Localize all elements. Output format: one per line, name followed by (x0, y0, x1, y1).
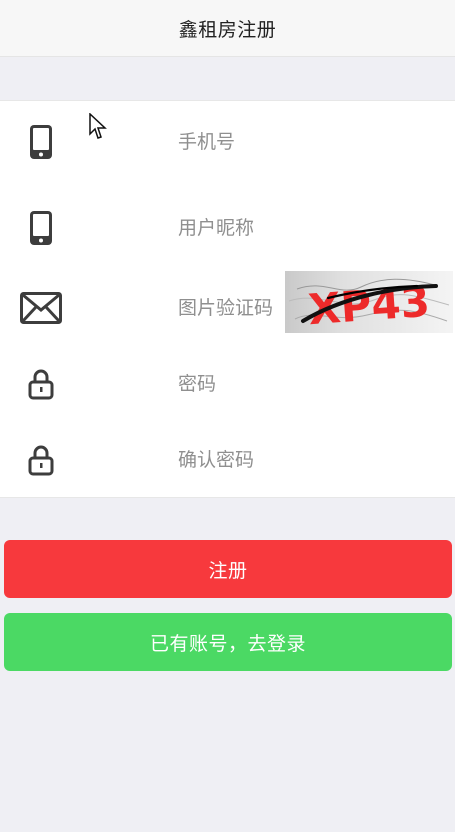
page-title: 鑫租房注册 (178, 18, 277, 41)
phone-row (0, 103, 455, 181)
password-input[interactable] (178, 364, 445, 404)
confirm-password-row (0, 421, 455, 499)
password-row (0, 345, 455, 423)
captcha-image[interactable]: XP43 (285, 271, 453, 333)
phone-input[interactable] (178, 122, 445, 162)
login-button[interactable]: 已有账号，去登录 (4, 613, 452, 671)
nickname-row (0, 189, 455, 267)
register-button[interactable]: 注册 (4, 540, 452, 598)
lock-icon (20, 439, 62, 481)
captcha-input[interactable] (178, 288, 285, 328)
confirm-password-input[interactable] (178, 440, 445, 480)
nickname-input[interactable] (178, 208, 445, 248)
mail-icon (18, 287, 64, 329)
lock-icon (20, 363, 62, 405)
smartphone-icon (20, 207, 62, 249)
smartphone-icon (20, 121, 62, 163)
mouse-pointer-icon (89, 113, 107, 139)
navigation-bar: 鑫租房注册 (0, 0, 455, 57)
